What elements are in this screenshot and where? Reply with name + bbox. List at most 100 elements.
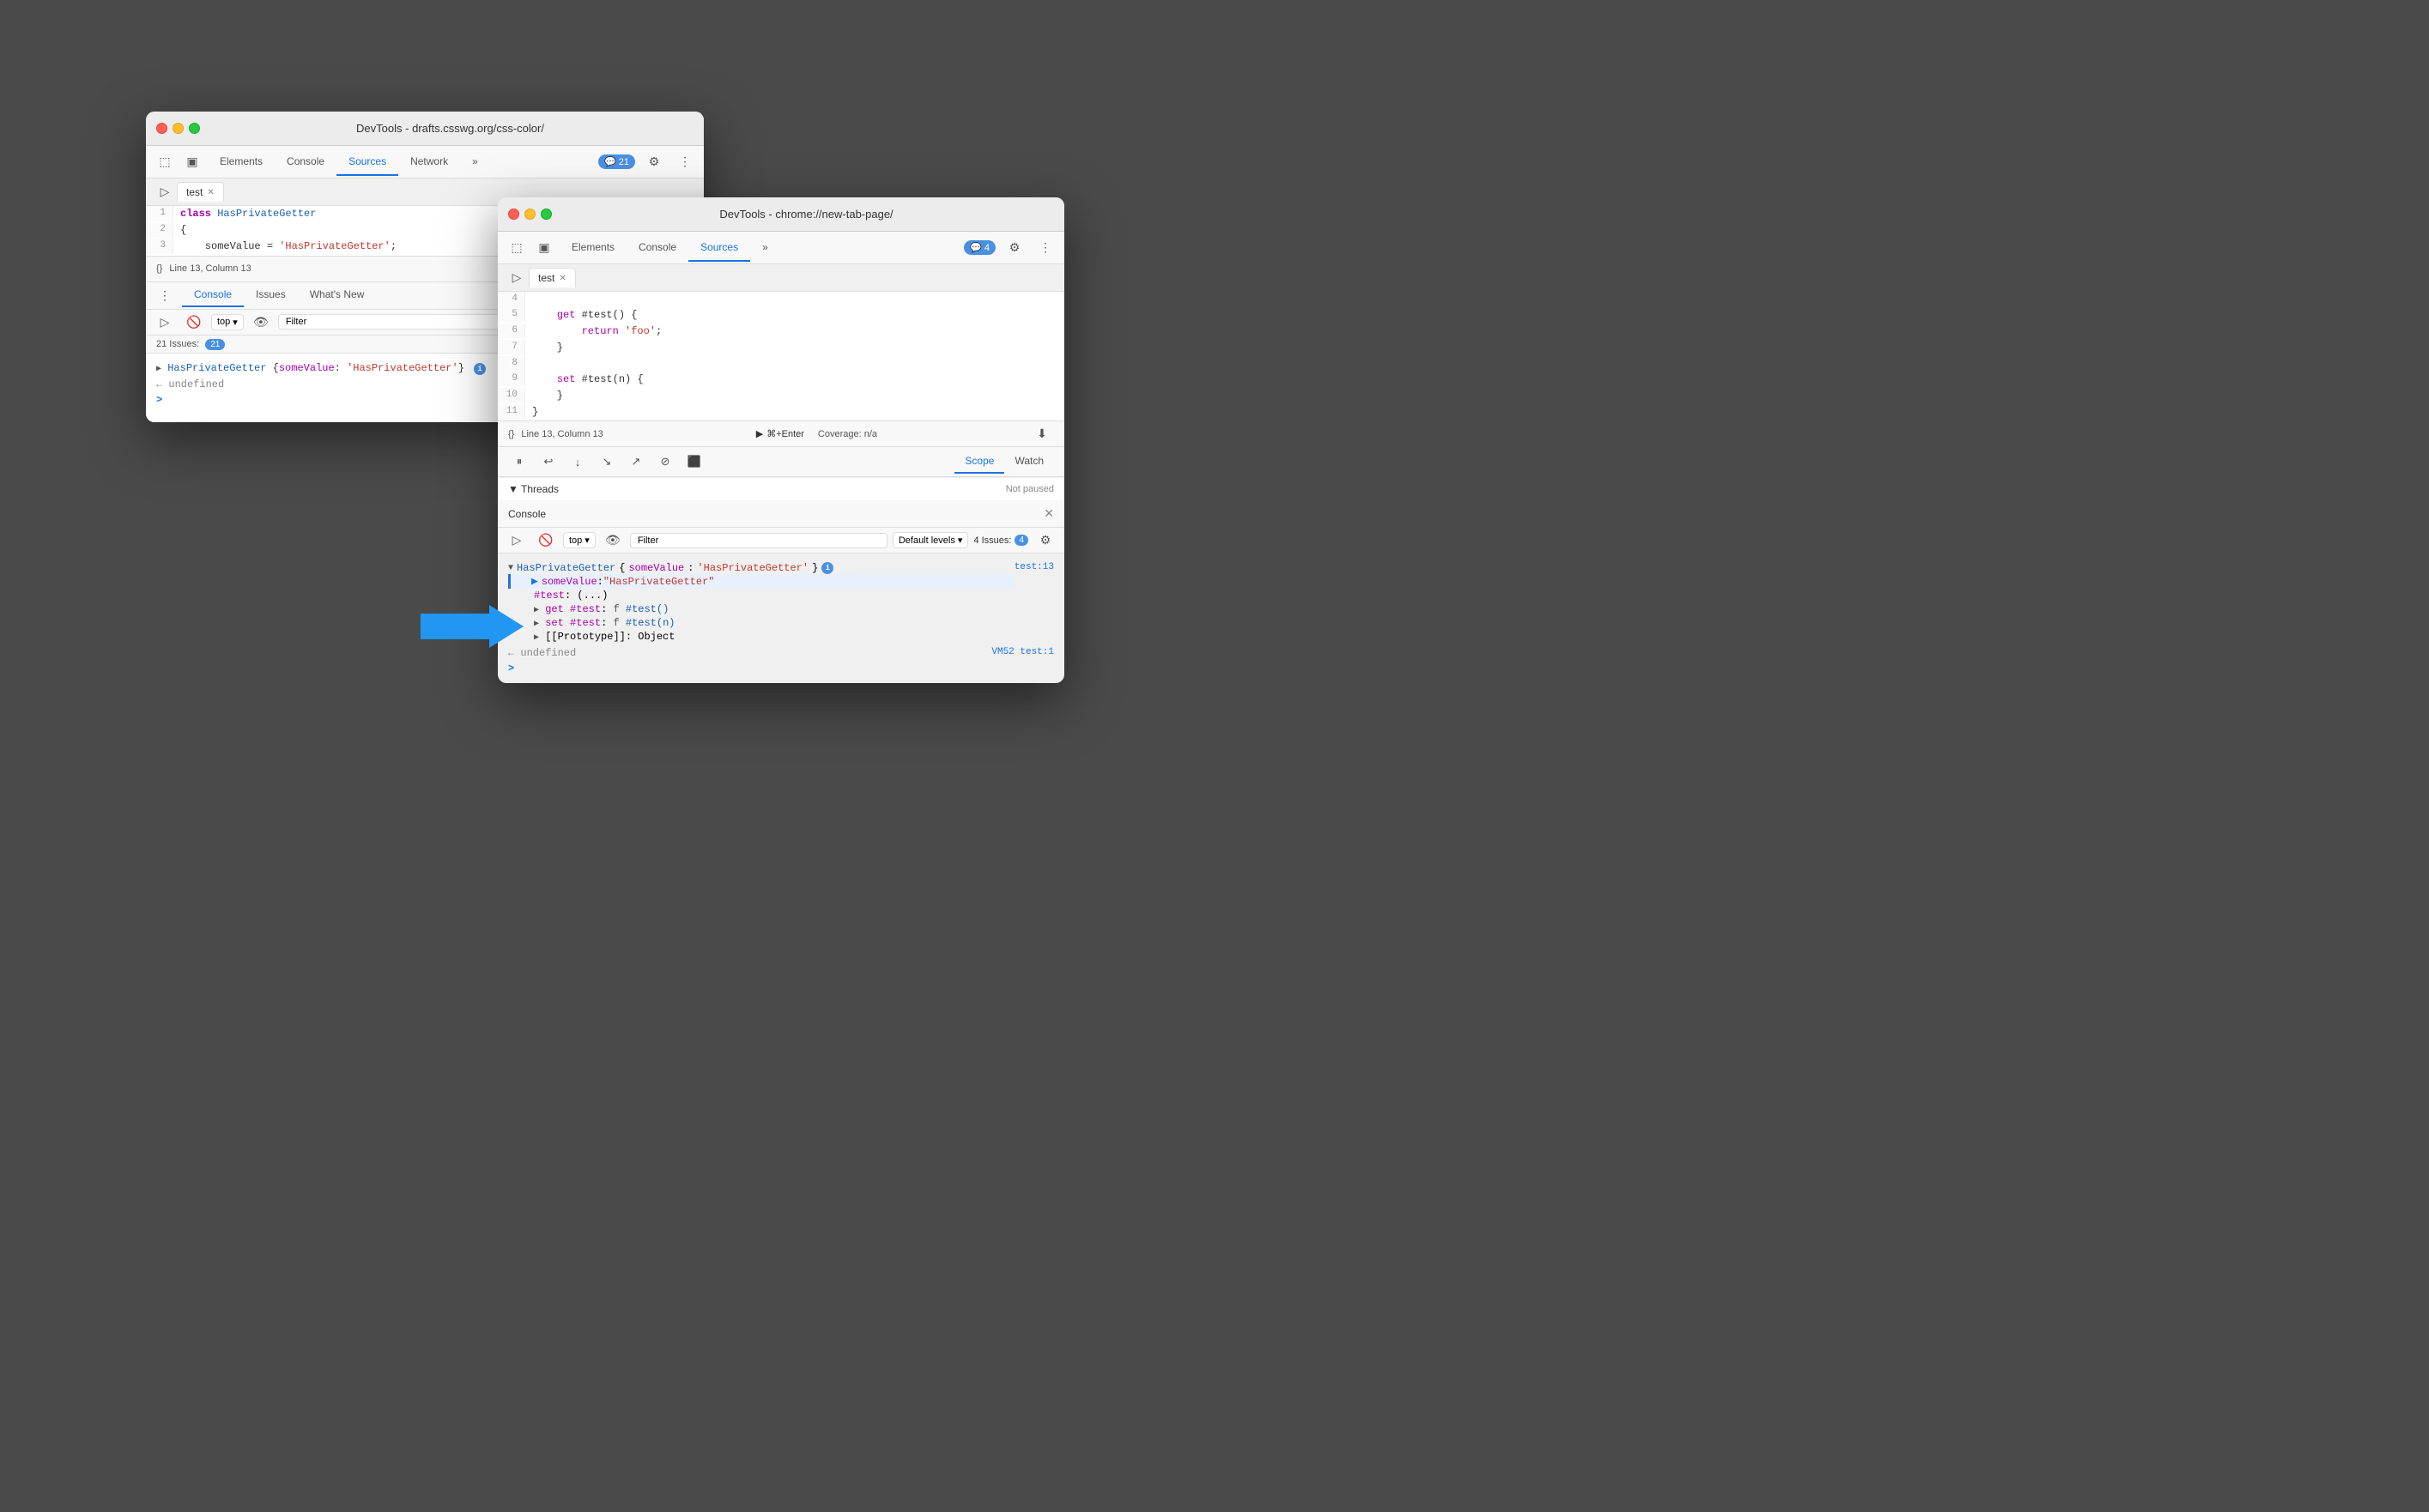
console-tab-console-back[interactable]: Console xyxy=(182,283,244,307)
settings-icon-front[interactable]: ⚙ xyxy=(1002,236,1027,260)
threads-header: ▼ Threads Not paused xyxy=(508,483,1054,495)
tab-more-front[interactable]: » xyxy=(750,234,780,262)
issues-num-front: 4 xyxy=(1015,535,1028,546)
prop-test: #test: (...) xyxy=(508,589,1015,602)
prompt-front: > xyxy=(508,661,1054,676)
play-icon-back[interactable]: ▷ xyxy=(153,180,177,204)
issues-badge-back[interactable]: 💬 21 xyxy=(598,154,635,169)
main-toolbar-front: ⬚ ▣ Elements Console Sources » 💬 4 ⚙ ⋮ xyxy=(498,232,1064,264)
tab-network-back[interactable]: Network xyxy=(398,148,460,176)
device-icon-front[interactable]: ▣ xyxy=(532,236,556,260)
settings-icon-back[interactable]: ⚙ xyxy=(642,150,666,174)
minimize-button-front[interactable] xyxy=(524,209,536,220)
eye-icon-back[interactable]: 👁 xyxy=(249,310,273,334)
stop-icon[interactable]: ⬛ xyxy=(683,451,706,473)
tab-sources-front[interactable]: Sources xyxy=(688,234,750,262)
file-tab-front[interactable]: test ✕ xyxy=(529,268,576,287)
more-icon-front[interactable]: ⋮ xyxy=(1033,236,1057,260)
traffic-lights-front xyxy=(508,209,552,220)
step-into-icon[interactable]: ↘ xyxy=(596,451,618,473)
maximize-button[interactable] xyxy=(189,123,200,134)
tab-console-front[interactable]: Console xyxy=(627,234,688,262)
prop-set-test: ▶ set #test: f #test(n) xyxy=(508,616,1015,630)
tab-bar-back: Elements Console Sources Network » xyxy=(208,148,490,176)
highlighted-prop-row: ▶ someValue: "HasPrivateGetter" xyxy=(508,574,1015,589)
watch-tab[interactable]: Watch xyxy=(1004,450,1054,474)
code-line-11: 11 } xyxy=(498,404,1064,420)
main-toolbar-back: ⬚ ▣ Elements Console Sources Network » 💬… xyxy=(146,146,704,178)
play-icon-console-back[interactable]: ▷ xyxy=(153,310,177,334)
pause-icon[interactable]: ⏸ xyxy=(508,451,530,473)
tab-elements-front[interactable]: Elements xyxy=(560,234,627,262)
maximize-button-front[interactable] xyxy=(541,209,552,220)
close-button[interactable] xyxy=(156,123,167,134)
console-tabs-back: Console Issues What's New xyxy=(182,283,376,307)
issues-badge-front[interactable]: 💬 4 xyxy=(964,240,996,255)
step-out-icon[interactable]: ↗ xyxy=(625,451,647,473)
settings-icon-console[interactable]: ⚙ xyxy=(1033,529,1057,553)
top-selector-front[interactable]: top ▾ xyxy=(563,532,596,548)
step-over-icon[interactable]: ↓ xyxy=(566,451,589,473)
top-selector-back[interactable]: top ▾ xyxy=(211,314,244,330)
deactivate-icon[interactable]: ⊘ xyxy=(654,451,676,473)
console-filter-bar-front: ▷ 🚫 top ▾ 👁 Filter Default levels ▾ 4 Is… xyxy=(498,528,1064,553)
block-icon-front[interactable]: 🚫 xyxy=(534,529,558,553)
tab-more-back[interactable]: » xyxy=(460,148,490,176)
console-content-front: ▼ HasPrivateGetter {someValue: 'HasPriva… xyxy=(498,553,1064,683)
code-line-6: 6 return 'foo'; xyxy=(498,324,1064,340)
console-tab-issues-back[interactable]: Issues xyxy=(244,283,298,307)
undefined-front: ← undefined VM52 test:1 xyxy=(508,645,1054,661)
block-icon-back[interactable]: 🚫 xyxy=(182,310,206,334)
vm-link-front[interactable]: VM52 test:1 xyxy=(991,647,1054,659)
more-icon-back[interactable]: ⋮ xyxy=(673,150,697,174)
toolbar-right-front: 💬 4 ⚙ ⋮ xyxy=(964,236,1057,260)
scope-watch-tabs: Scope Watch xyxy=(954,450,1054,474)
close-button-front[interactable] xyxy=(508,209,519,220)
code-line-7: 7 } xyxy=(498,340,1064,356)
code-editor-front: 4 5 get #test() { 6 return 'foo'; 7 } 8 … xyxy=(498,292,1064,420)
play-icon-front[interactable]: ▷ xyxy=(505,266,529,290)
play-icon-console-front[interactable]: ▷ xyxy=(505,529,529,553)
inspect-icon-front[interactable]: ⬚ xyxy=(505,236,529,260)
coverage-label: Coverage: n/a xyxy=(818,429,877,439)
tab-console-back[interactable]: Console xyxy=(275,148,336,176)
file-tab-close-front[interactable]: ✕ xyxy=(559,274,566,283)
file-tab-bar-front: ▷ test ✕ xyxy=(498,264,1064,292)
scope-tab[interactable]: Scope xyxy=(954,450,1004,474)
more-btn-back[interactable]: ⋮ xyxy=(153,283,177,307)
tab-bar-front: Elements Console Sources » xyxy=(560,234,780,262)
threads-section: ▼ Threads Not paused xyxy=(498,477,1064,500)
inspect-icon[interactable]: ⬚ xyxy=(153,150,177,174)
curly-icon-front: {} xyxy=(508,429,514,439)
tab-elements-back[interactable]: Elements xyxy=(208,148,275,176)
minimize-button[interactable] xyxy=(173,123,184,134)
issues-count-front: 4 Issues: 4 xyxy=(973,535,1028,546)
debug-toolbar: ⏸ ↩ ↓ ↘ ↗ ⊘ ⬛ Scope Watch xyxy=(498,446,1064,477)
console-tab-whatsnew-back[interactable]: What's New xyxy=(298,283,377,307)
code-line-5: 5 get #test() { xyxy=(498,307,1064,324)
filter-input-front[interactable]: Filter xyxy=(630,533,887,548)
traffic-lights-back xyxy=(156,123,200,134)
log-header-front: ▼ HasPrivateGetter {someValue: 'HasPriva… xyxy=(508,562,1015,574)
code-line-4: 4 xyxy=(498,292,1064,307)
chevron-down-icon-levels: ▾ xyxy=(958,535,963,546)
close-console-button[interactable]: ✕ xyxy=(1044,506,1054,521)
file-tab-close-back[interactable]: ✕ xyxy=(207,188,214,197)
file-tab-back[interactable]: test ✕ xyxy=(177,182,224,202)
log-expanded-front: ▼ HasPrivateGetter {someValue: 'HasPriva… xyxy=(508,560,1054,645)
chat-icon: 💬 xyxy=(604,156,616,167)
eye-icon-front[interactable]: 👁 xyxy=(601,529,625,553)
tab-sources-back[interactable]: Sources xyxy=(336,148,398,176)
window-title-back: DevTools - drafts.csswg.org/css-color/ xyxy=(207,122,694,135)
default-levels-selector[interactable]: Default levels ▾ xyxy=(893,532,969,548)
prop-proto: ▶ [[Prototype]]: Object xyxy=(508,630,1015,644)
title-bar-back: DevTools - drafts.csswg.org/css-color/ xyxy=(146,112,704,146)
source-link-front[interactable]: test:13 xyxy=(1015,562,1054,572)
coverage-icon[interactable]: ⬇ xyxy=(1030,422,1054,446)
console-label: Console xyxy=(508,508,546,520)
issues-badge-num-back: 21 xyxy=(205,339,225,350)
device-icon[interactable]: ▣ xyxy=(180,150,204,174)
run-button-front[interactable]: ▶ ⌘+Enter xyxy=(756,428,804,439)
step-back-icon[interactable]: ↩ xyxy=(537,451,560,473)
status-line-back: Line 13, Column 13 xyxy=(169,263,251,274)
